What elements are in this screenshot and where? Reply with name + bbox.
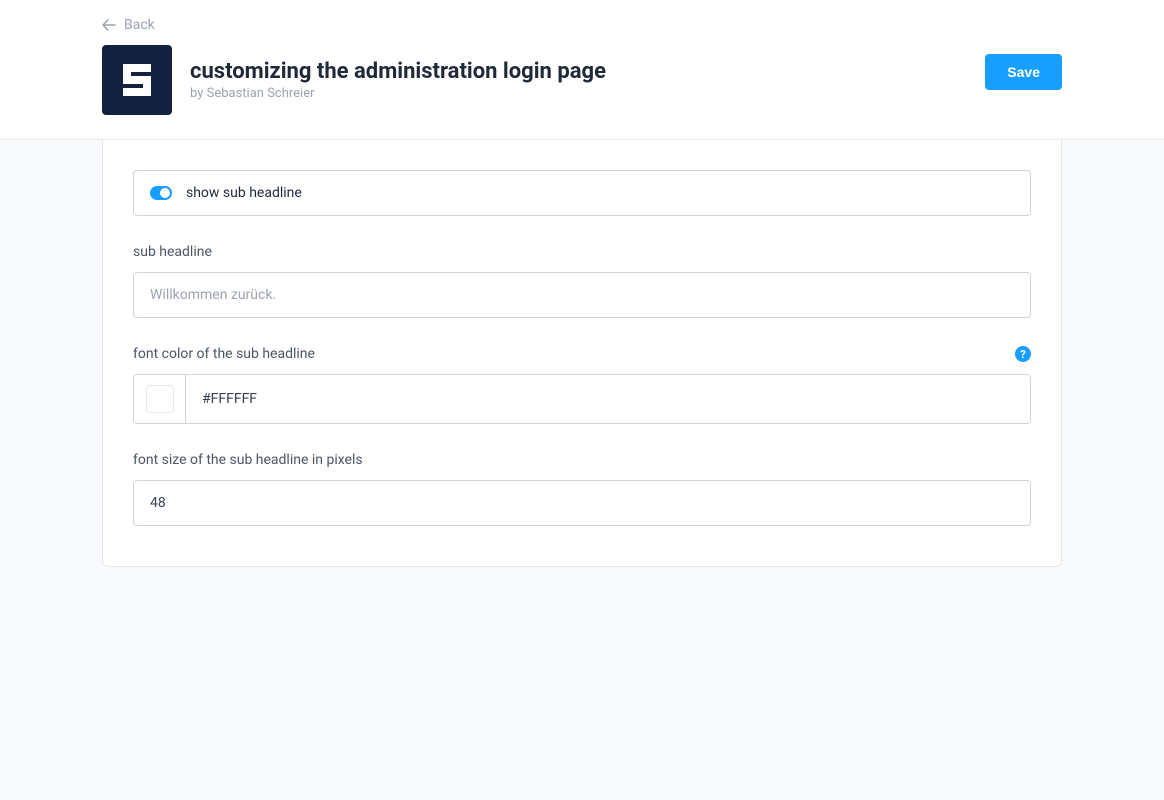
color-input-row: [133, 374, 1031, 424]
field-font-size: font size of the sub headline in pixels: [133, 452, 1031, 526]
arrow-left-icon: [102, 18, 116, 32]
page-header: Back customizing the administration logi…: [0, 0, 1164, 140]
sub-headline-input[interactable]: [133, 272, 1031, 318]
byline: by Sebastian Schreier: [190, 86, 606, 101]
help-icon[interactable]: ?: [1015, 346, 1031, 362]
field-sub-headline: sub headline: [133, 244, 1031, 318]
field-font-color: font color of the sub headline ?: [133, 346, 1031, 424]
toggle-row[interactable]: show sub headline: [133, 170, 1031, 216]
title-row: customizing the administration login pag…: [102, 45, 1062, 115]
color-swatch-button[interactable]: [134, 375, 186, 423]
font-color-label: font color of the sub headline: [133, 346, 315, 362]
back-link[interactable]: Back: [102, 17, 155, 33]
sub-headline-label: sub headline: [133, 244, 1031, 260]
font-size-label: font size of the sub headline in pixels: [133, 452, 1031, 468]
toggle-switch[interactable]: [150, 186, 172, 200]
font-color-input[interactable]: [186, 375, 1030, 423]
back-label: Back: [124, 17, 155, 33]
page-title: customizing the administration login pag…: [190, 59, 606, 84]
toggle-label: show sub headline: [186, 185, 302, 201]
save-button[interactable]: Save: [985, 54, 1062, 90]
color-swatch: [146, 385, 174, 413]
field-show-sub-headline: show sub headline: [133, 170, 1031, 216]
title-text: customizing the administration login pag…: [190, 59, 606, 101]
font-size-input[interactable]: [133, 480, 1031, 526]
plugin-icon: [102, 45, 172, 115]
toggle-knob: [160, 188, 170, 198]
settings-card: show sub headline sub headline font colo…: [102, 140, 1062, 567]
